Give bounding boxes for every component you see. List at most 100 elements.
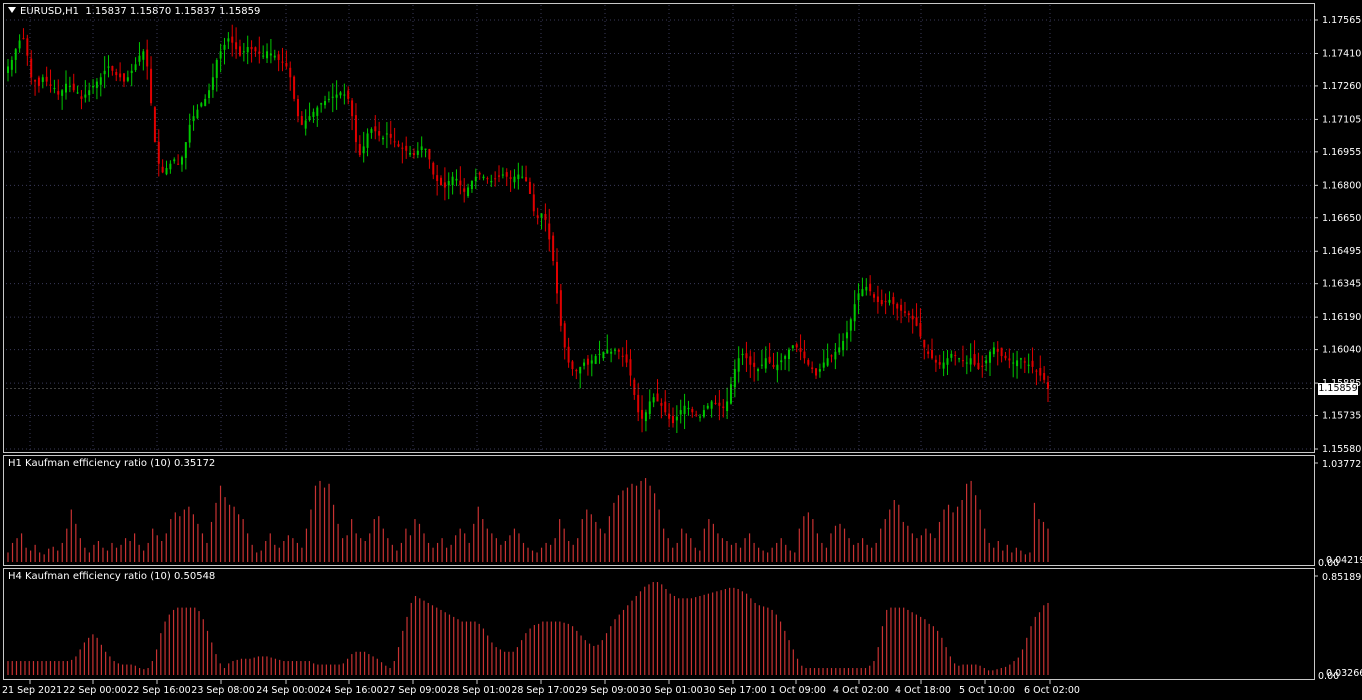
candle-body [664,401,667,413]
candle-body [34,80,37,82]
y-tick-label: 1.17410 [1322,48,1361,59]
candle-body [1027,364,1030,366]
candle-body [900,304,903,311]
candle-body [436,175,439,182]
candle-body [49,84,52,86]
candle-body [555,261,558,294]
candle-body [1035,370,1038,372]
candle-body [382,137,385,140]
candle-body [161,166,164,173]
candle-body [652,397,655,403]
candle-body [583,362,586,366]
candle-body [258,51,261,54]
candle-body [169,163,172,170]
candle-body [818,369,821,372]
candle-body [173,159,176,162]
x-tick-label: 28 Sep 17:00 [511,685,574,696]
x-tick-label: 27 Sep 09:00 [383,685,446,696]
candle-body [934,359,937,363]
candle-body [621,355,624,357]
candle-body [115,72,118,76]
candle-body [691,408,694,413]
candle-body [733,369,736,388]
candle-body [10,59,13,70]
candle-body [513,176,516,183]
candle-body [316,107,319,116]
chart-canvas: 1.17565 1.17410 1.17260 1.17105 1.16955 1.168… [2,5,1362,696]
candle-body [822,362,825,368]
candle-body [985,360,988,364]
candle-body [923,339,926,348]
candle-body [64,83,67,93]
candle-body [409,152,412,155]
candle-body [146,49,149,67]
candle-body [324,101,327,106]
candle-body [702,410,705,417]
candle-body [37,77,40,86]
candle-body [482,176,485,179]
candle-body [633,379,636,395]
candle-body [714,402,717,404]
candle-body [857,293,860,301]
candle-body [907,313,910,316]
candle-body [122,73,125,82]
candle-body [509,177,512,179]
candle-body [915,317,918,326]
candle-body [68,85,71,87]
y-tick-label: 1.17565 [1322,15,1361,26]
candle-body [354,115,357,143]
candle-body [401,147,404,149]
candle-body [548,223,551,240]
candle-body [486,178,489,180]
x-tick-label: 24 Sep 00:00 [256,685,319,696]
candle-body [478,172,481,175]
candle-body [791,345,794,349]
candle-body [107,66,110,68]
candle-body [211,77,214,90]
candle-body [671,416,674,424]
candle-body [575,370,578,372]
candle-body [428,148,431,160]
candle-body [246,47,249,53]
candle-body [41,77,44,82]
candle-body [598,353,601,355]
candle-body [53,88,56,90]
x-tick-label: 22 Sep 00:00 [63,685,126,696]
candle-body [931,350,934,359]
x-tick-label: 30 Sep 01:00 [639,685,702,696]
candle-body [219,51,222,59]
candle-body [1031,360,1034,367]
candle-body [80,96,83,99]
candle-body [204,98,207,106]
candle-body [699,416,702,418]
candle-body [849,319,852,331]
candle-body [1000,347,1003,357]
candle-body [95,81,98,88]
candle-body [873,294,876,298]
candle-body [896,303,899,309]
candle-body [567,346,570,363]
candle-body [586,358,589,365]
candle-body [787,349,790,360]
candle-body [293,76,296,99]
candle-body [501,174,504,176]
candle-body [880,299,883,305]
candle-body [242,51,245,53]
candle-body [389,133,392,138]
candle-body [942,362,945,369]
candle-body [784,356,787,359]
candle-body [177,163,180,165]
candle-body [876,296,879,303]
h4-y-zero-label: 0.00 [1318,671,1339,682]
candle-body [973,354,976,365]
candle-body [888,299,891,303]
y-tick-label: 1.15580 [1322,444,1361,455]
candle-body [153,107,156,143]
h4-y-max-label: 0.85189 [1322,572,1361,583]
x-tick-label: 21 Sep 2021 [2,685,62,696]
candle-body [590,360,593,364]
candle-body [842,340,845,351]
candle-body [958,358,961,360]
candle-body [737,358,740,372]
candle-body [184,142,187,158]
